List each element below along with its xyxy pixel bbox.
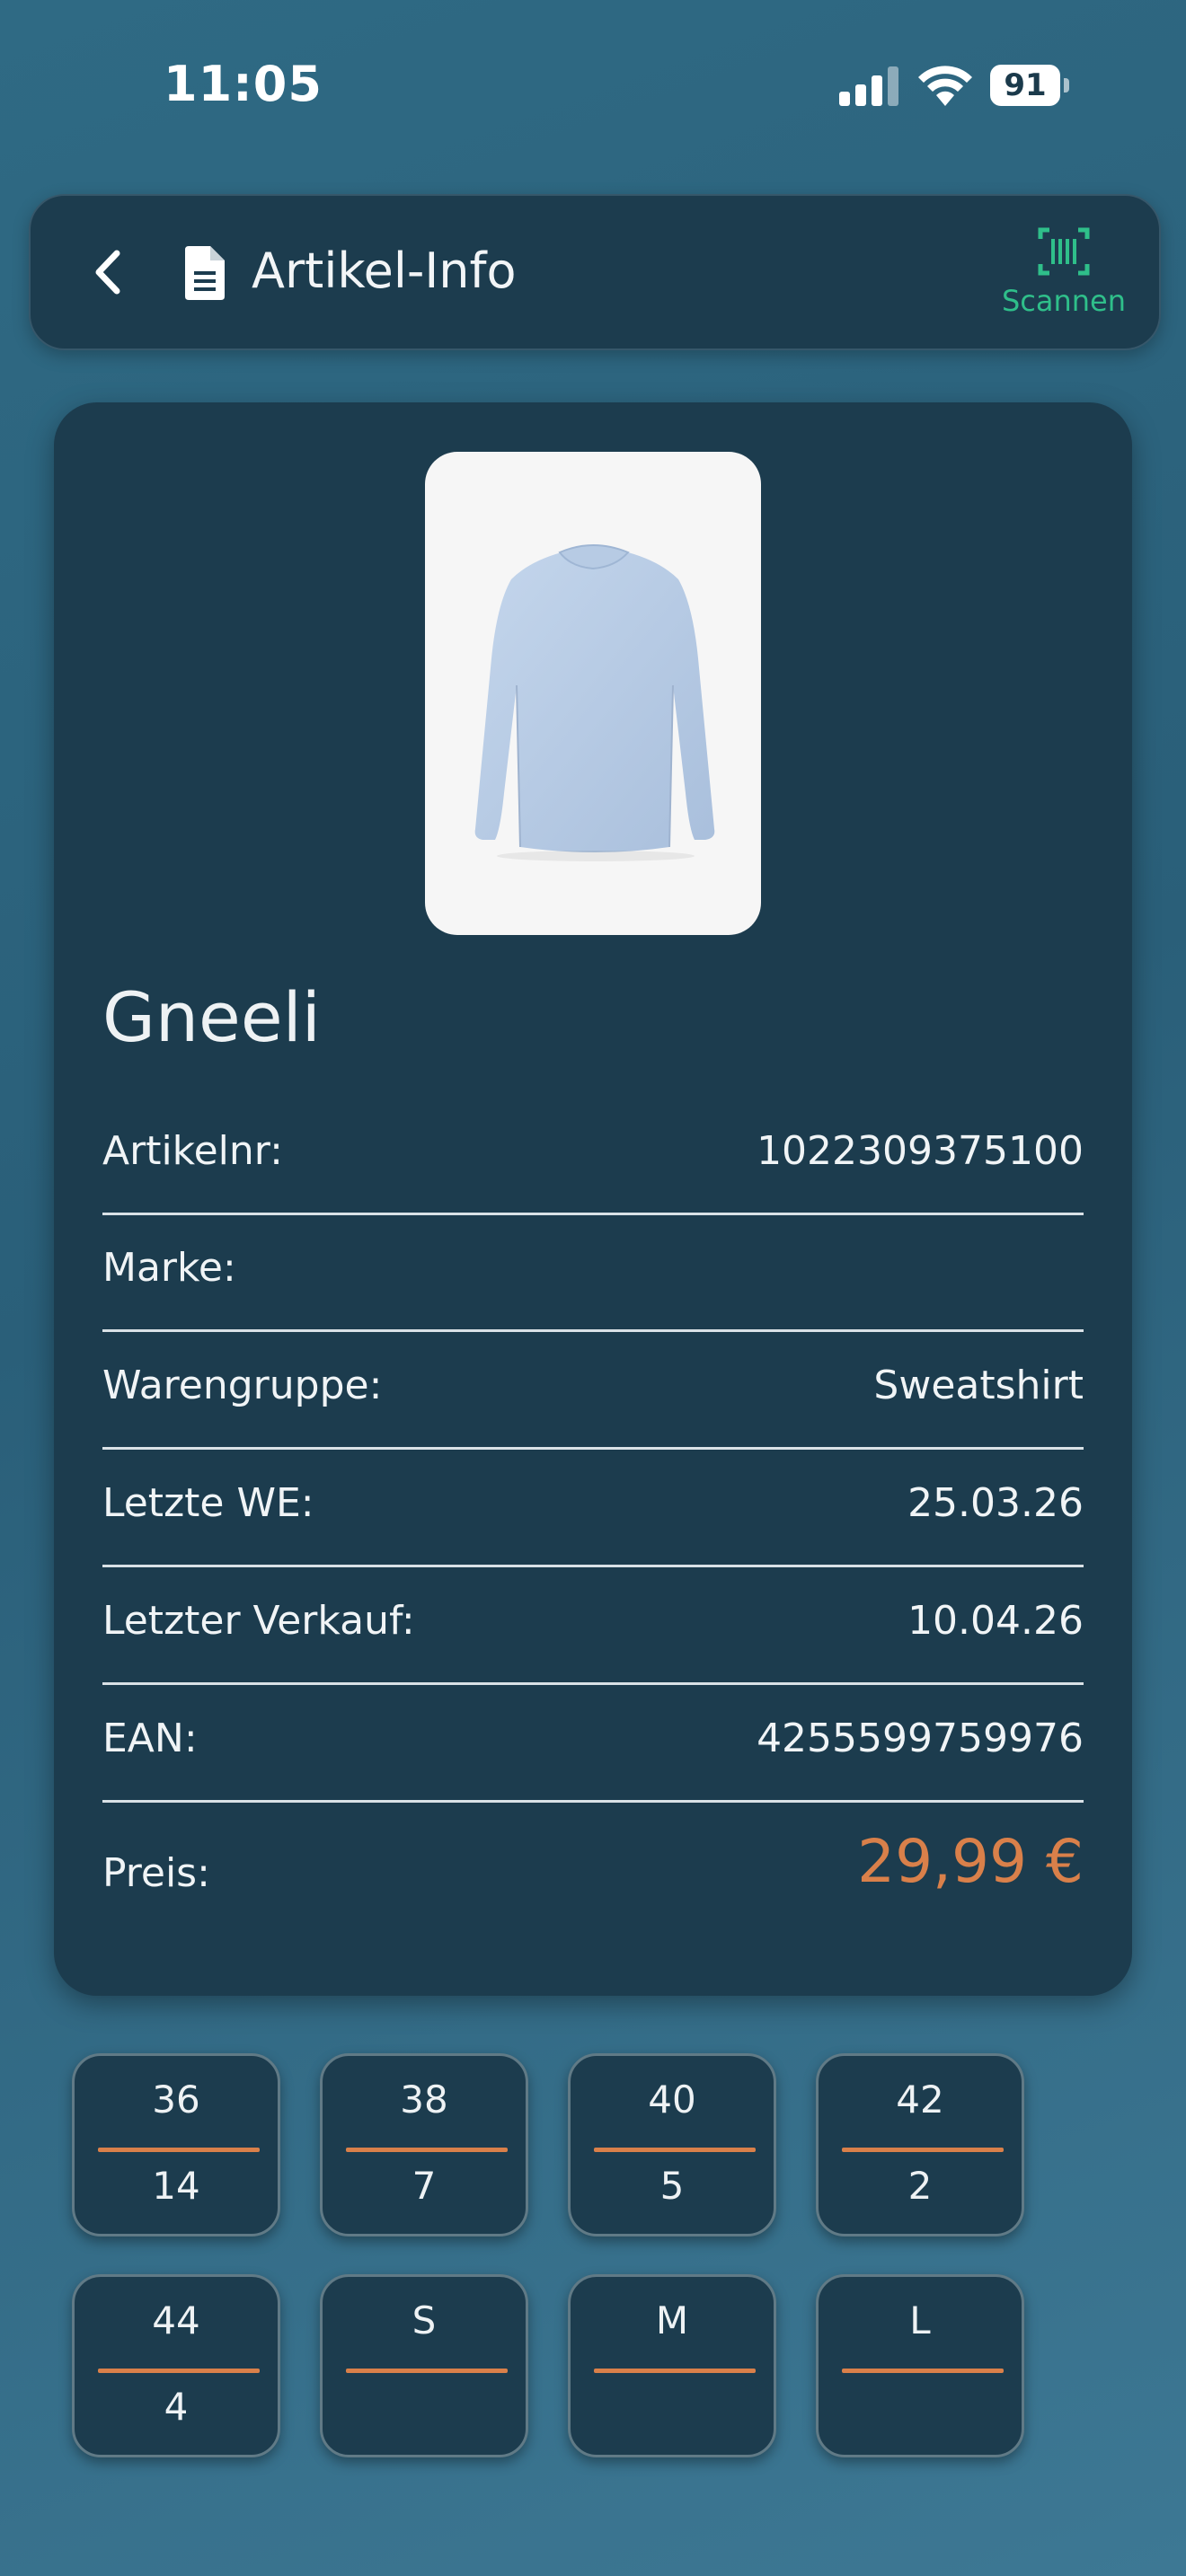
stock-quantity: 5 (659, 2164, 685, 2208)
stock-quantity: 2 (907, 2164, 933, 2208)
status-time: 11:05 (164, 56, 323, 112)
battery-level: 91 (990, 65, 1060, 106)
size-divider (346, 2148, 508, 2152)
size-label: L (909, 2298, 931, 2342)
field-label: Letzte WE: (102, 1480, 314, 1526)
size-tile[interactable]: 40 5 (568, 2053, 776, 2236)
status-bar: 11:05 91 (0, 0, 1186, 180)
article-info-card: Gneeli Artikelnr: 1022309375100 Marke: W… (54, 402, 1132, 1996)
page-title: Artikel-Info (252, 243, 517, 299)
product-image (425, 452, 761, 935)
size-tile[interactable]: 44 4 (72, 2274, 280, 2457)
size-tile[interactable]: 36 14 (72, 2053, 280, 2236)
field-row-brand: Marke: (102, 1213, 1084, 1332)
stock-quantity: 4 (164, 2385, 189, 2429)
size-label: 40 (648, 2078, 696, 2122)
size-label: 36 (152, 2078, 200, 2122)
size-tile[interactable]: M (568, 2274, 776, 2457)
size-stock-grid: 36 14 38 7 40 5 42 2 44 4 S M L (72, 2053, 1114, 2502)
price-row: Preis: 29,99 € (102, 1822, 1084, 1929)
field-value: 4255599759976 (757, 1716, 1084, 1761)
field-value: 1022309375100 (757, 1128, 1084, 1174)
size-label: 44 (152, 2298, 200, 2342)
size-tile[interactable]: S (320, 2274, 528, 2457)
size-label: S (412, 2298, 437, 2342)
field-value: 10.04.26 (907, 1598, 1084, 1644)
size-label: 38 (400, 2078, 448, 2122)
size-divider (346, 2369, 508, 2373)
field-label: Warengruppe: (102, 1363, 383, 1408)
scan-button-label: Scannen (1001, 284, 1127, 318)
scan-button[interactable]: Scannen (992, 223, 1136, 331)
price-value: 29,99 € (857, 1827, 1084, 1896)
top-app-bar: Artikel-Info Scannen (29, 194, 1161, 350)
size-label: M (655, 2298, 689, 2342)
document-icon (181, 246, 228, 300)
size-divider (98, 2369, 260, 2373)
price-label: Preis: (102, 1850, 210, 1896)
barcode-scan-icon (1038, 227, 1090, 276)
field-row-product-group: Warengruppe: Sweatshirt (102, 1330, 1084, 1450)
field-label: Letzter Verkauf: (102, 1598, 415, 1644)
stock-quantity: 7 (412, 2164, 437, 2208)
wifi-icon (916, 61, 974, 108)
size-divider (842, 2369, 1004, 2373)
size-divider (594, 2369, 756, 2373)
field-label: Artikelnr: (102, 1128, 283, 1174)
size-divider (594, 2148, 756, 2152)
size-tile[interactable]: 38 7 (320, 2053, 528, 2236)
size-label: 42 (896, 2078, 944, 2122)
field-label: EAN: (102, 1716, 198, 1761)
battery-icon: 91 (990, 65, 1069, 106)
field-row-article-number: Artikelnr: 1022309375100 (102, 1096, 1084, 1215)
size-divider (98, 2148, 260, 2152)
field-row-last-goods-receipt: Letzte WE: 25.03.26 (102, 1448, 1084, 1567)
field-value: Sweatshirt (873, 1363, 1084, 1408)
product-name: Gneeli (102, 977, 321, 1057)
field-row-ean: EAN: 4255599759976 (102, 1683, 1084, 1803)
size-divider (842, 2148, 1004, 2152)
chevron-left-icon (95, 250, 120, 295)
back-button[interactable] (70, 232, 151, 313)
field-label: Marke: (102, 1245, 236, 1291)
cellular-signal-icon (839, 65, 900, 106)
size-tile[interactable]: L (816, 2274, 1024, 2457)
field-value: 25.03.26 (907, 1480, 1084, 1526)
size-tile[interactable]: 42 2 (816, 2053, 1024, 2236)
field-row-last-sale: Letzter Verkauf: 10.04.26 (102, 1566, 1084, 1685)
stock-quantity: 14 (152, 2164, 200, 2208)
